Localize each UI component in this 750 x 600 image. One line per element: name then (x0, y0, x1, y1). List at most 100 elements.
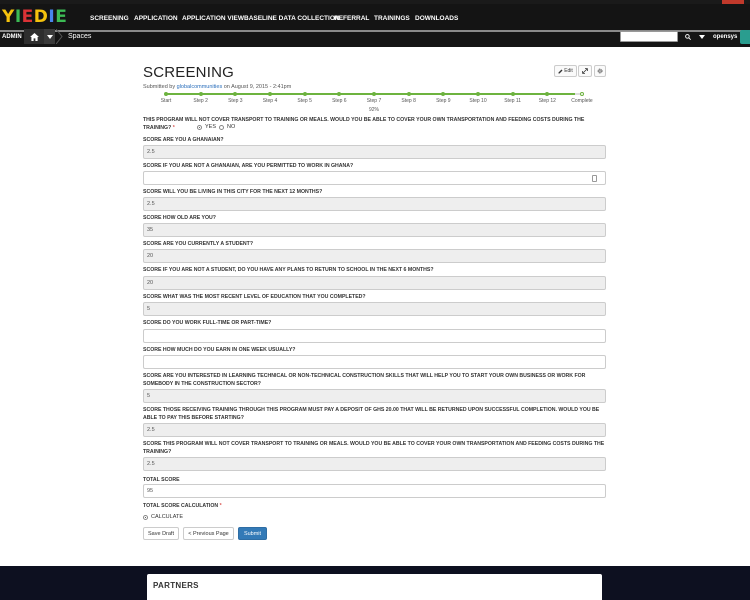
required-icon: * (172, 125, 175, 131)
calculate-option[interactable]: CALCULATE (143, 514, 183, 520)
gear-icon (597, 68, 603, 74)
home-dropdown-button[interactable] (44, 29, 55, 44)
nav-trainings[interactable]: TRAININGS (374, 4, 410, 30)
settings-button[interactable] (594, 65, 606, 77)
submitted-prefix: Submitted by (143, 84, 177, 90)
score-field: 20 (143, 249, 606, 263)
radio-yes-option[interactable]: YES (197, 124, 216, 130)
radio-yes-label: YES (205, 124, 217, 130)
score-field: 35 (143, 223, 606, 237)
previous-page-button[interactable]: < Previous Page (183, 527, 234, 540)
field-label: SCORE THOSE RECEIVING TRAINING THROUGH T… (143, 407, 600, 421)
progress-step-label: Step 2 (193, 98, 208, 104)
save-draft-button[interactable]: Save Draft (143, 527, 179, 540)
search-icon (685, 33, 691, 40)
progress-step-dot (580, 92, 584, 96)
search-dropdown-button[interactable] (697, 31, 707, 42)
submitted-info: Submitted by globalcommunities on August… (143, 84, 291, 90)
progress-step-dot (510, 92, 515, 96)
field-label: SCORE WILL YOU BE LIVING IN THIS CITY FO… (143, 189, 323, 195)
progress-step-dot (476, 92, 480, 96)
pencil-icon (558, 69, 563, 73)
radio-no-option[interactable]: NO (219, 124, 235, 130)
nav-referral[interactable]: REFERRAL (334, 4, 369, 30)
nav-screening[interactable]: SCREENING (90, 4, 129, 30)
radio-no[interactable] (219, 124, 224, 130)
logo-wordmark: YIEDIE (2, 7, 67, 27)
nav-baseline-data-collection[interactable]: BASELINE DATA COLLECTION (244, 4, 340, 30)
progress-step-dot (198, 92, 203, 96)
total-score-calculation-text: TOTAL SCORE CALCULATION (143, 503, 219, 509)
logo-letter: I (14, 7, 22, 27)
progress-step-dot (337, 92, 342, 96)
edit-label: Edit (564, 68, 573, 74)
total-score-field[interactable]: 95 (143, 484, 606, 498)
partners-panel: PARTNERS (147, 574, 602, 600)
logo-letter: E (21, 7, 34, 27)
required-icon: * (219, 503, 222, 509)
progress-step-label: Start (160, 98, 172, 104)
score-field: 2.5 (143, 423, 606, 437)
score-field: 20 (143, 276, 606, 290)
radio-yes[interactable] (197, 124, 202, 130)
logo-letter: Y (2, 7, 15, 27)
score-field[interactable] (143, 171, 606, 185)
admin-label[interactable]: ADMIN (2, 30, 22, 44)
field-label: SCORE HOW OLD ARE YOU? (143, 215, 216, 221)
field-label: SCORE IF YOU ARE NOT A STUDENT, DO YOU H… (143, 267, 434, 273)
score-field: 2.5 (143, 457, 606, 471)
breadcrumb-spaces[interactable]: Spaces (68, 30, 91, 44)
progress-step-dot (268, 92, 272, 96)
nav-downloads[interactable]: DOWNLOADS (415, 4, 458, 30)
caret-down-icon (46, 34, 53, 39)
progress-step-dot (372, 92, 376, 96)
progress-step-label: Step 8 (401, 98, 416, 104)
yiedie-logo[interactable]: YIEDIE (2, 7, 88, 27)
field-label: SCORE THIS PROGRAM WILL NOT COVER TRANSP… (143, 441, 605, 455)
progress-step-label: Step 12 (538, 98, 556, 104)
home-icon (29, 32, 39, 41)
progress-step-label: Step 4 (262, 98, 278, 104)
progress-step-dot (164, 92, 168, 96)
score-field[interactable] (143, 355, 606, 369)
logo-letter: D (33, 7, 49, 27)
field-label: SCORE WHAT WAS THE MOST RECENT LEVEL OF … (143, 294, 366, 300)
progress-step-label: Step 6 (332, 98, 347, 104)
breadcrumb-arrow-icon (56, 29, 63, 44)
progress-step-label: Step 5 (297, 98, 312, 104)
caret-down-icon (699, 34, 705, 39)
field-label: SCORE DO YOU WORK FULL-TIME OR PART-TIME… (143, 320, 272, 326)
user-menu[interactable]: opensys (713, 30, 737, 44)
submitted-date: on August 9, 2015 - 2:41pm (222, 84, 292, 90)
edit-button[interactable]: Edit (554, 65, 577, 77)
score-field: 2.5 (143, 145, 606, 159)
score-field[interactable] (143, 329, 606, 343)
search-input[interactable] (620, 31, 678, 42)
progress-step-label: Step 11 (504, 98, 522, 104)
field-label: SCORE IF YOU ARE NOT A GHANAIAN, ARE YOU… (143, 163, 354, 169)
progress-step-label: Step 9 (436, 98, 451, 104)
score-field: 2.5 (143, 197, 606, 211)
search-button[interactable] (682, 31, 694, 42)
home-button[interactable] (24, 29, 44, 44)
nav-application[interactable]: APPLICATION (134, 4, 178, 30)
expand-icon (582, 68, 588, 74)
progress-step-label: Step 10 (469, 98, 487, 104)
submit-button[interactable]: Submit (238, 527, 267, 540)
expand-button[interactable] (578, 65, 592, 77)
clipboard-icon (592, 175, 597, 182)
radio-calculate[interactable] (143, 514, 148, 520)
progress-step-dot (441, 92, 446, 96)
nav-application-view[interactable]: APPLICATION VIEW (182, 4, 244, 30)
progress-step-label: Step 7 (366, 98, 382, 104)
logo-letter: E (55, 7, 68, 27)
score-field: 5 (143, 302, 606, 316)
submitted-user-link[interactable]: globalcommunities (177, 84, 223, 90)
score-field: 5 (143, 389, 606, 403)
avatar[interactable] (740, 30, 750, 44)
progress-step-dot (406, 92, 411, 96)
partners-heading: PARTNERS (153, 581, 199, 590)
progress-step-dot (302, 92, 307, 96)
progress-percent: 92% (368, 107, 380, 113)
progress-step-label: Step 3 (228, 98, 243, 104)
